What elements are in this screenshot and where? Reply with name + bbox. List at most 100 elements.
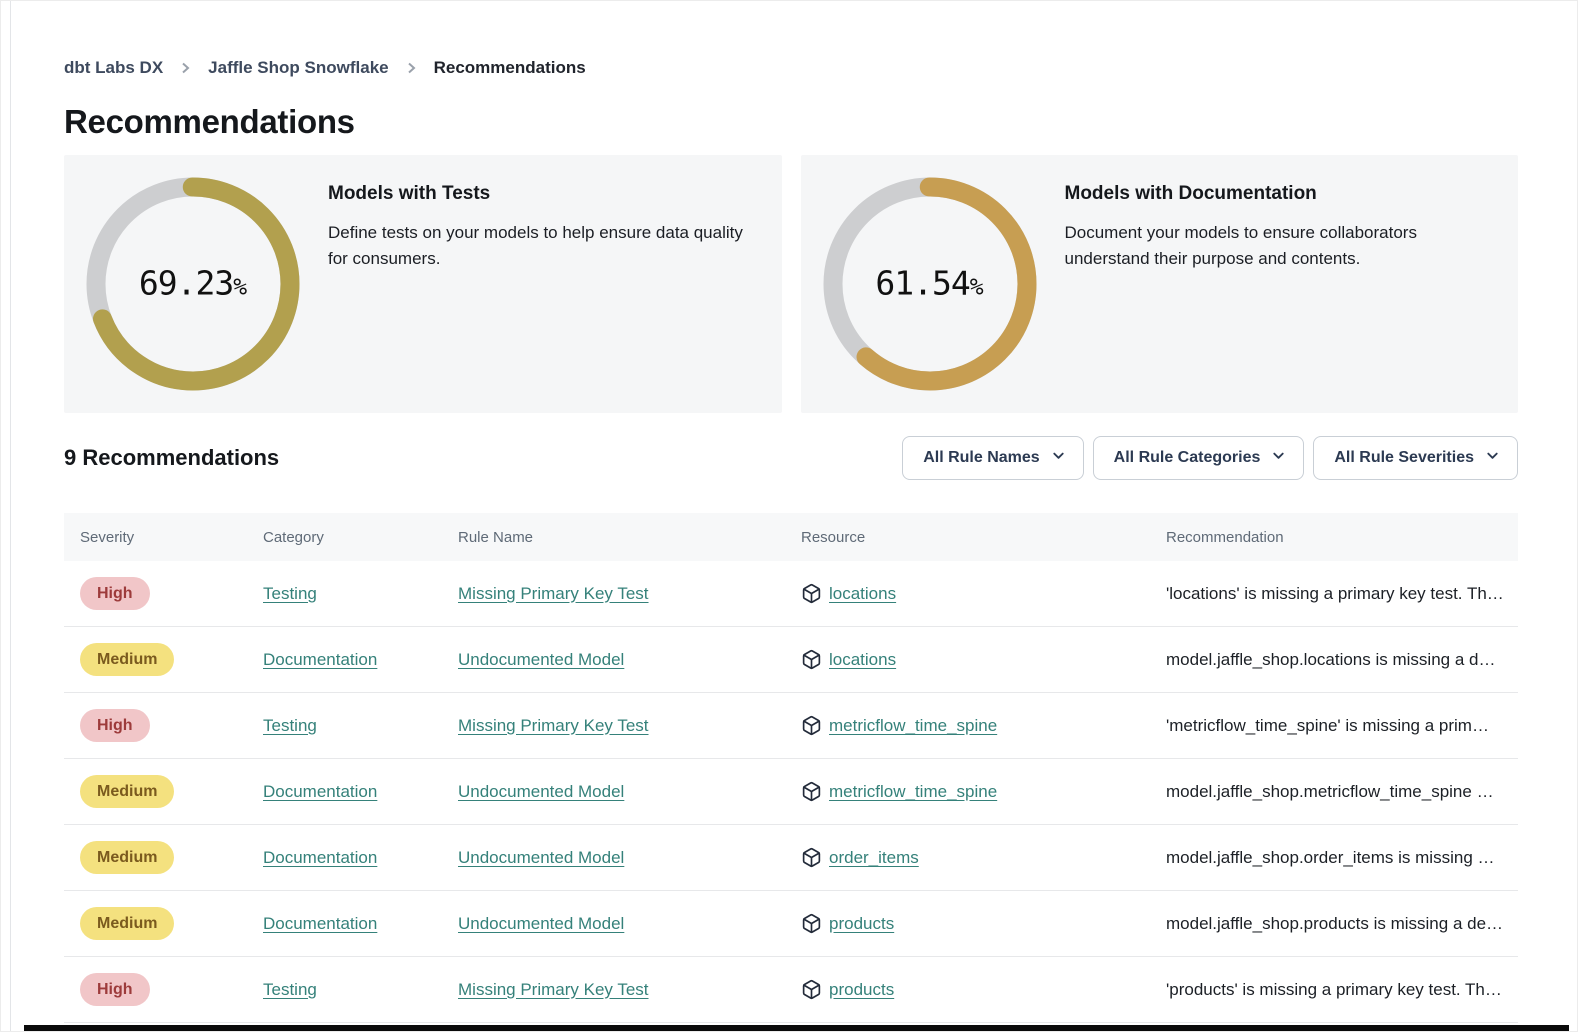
tests-donut-chart: 69.23% <box>64 155 322 413</box>
rule-name-link[interactable]: Missing Primary Key Test <box>458 980 649 999</box>
rule-name-link[interactable]: Missing Primary Key Test <box>458 716 649 735</box>
severity-cell: Medium <box>64 907 247 940</box>
resource-link[interactable]: order_items <box>829 848 919 868</box>
chevron-down-icon <box>1485 448 1500 468</box>
rule-name-cell: Missing Primary Key Test <box>442 980 785 1000</box>
severity-badge: High <box>80 709 150 742</box>
table-row: High Testing Missing Primary Key Test lo… <box>64 561 1518 627</box>
severity-cell: High <box>64 973 247 1006</box>
severity-badge: Medium <box>80 775 174 808</box>
table-row: Medium Documentation Undocumented Model … <box>64 627 1518 693</box>
card-description: Define tests on your models to help ensu… <box>328 220 756 272</box>
model-cube-icon <box>801 979 822 1000</box>
breadcrumb: dbt Labs DX Jaffle Shop Snowflake Recomm… <box>64 0 1518 78</box>
chevron-down-icon <box>1051 448 1066 468</box>
category-link[interactable]: Testing <box>263 716 317 735</box>
category-cell: Documentation <box>247 848 442 868</box>
left-window-divider <box>10 0 11 1032</box>
column-header-rule-name: Rule Name <box>442 529 785 546</box>
resource-cell: locations <box>785 583 1150 604</box>
resource-cell: metricflow_time_spine <box>785 781 1150 802</box>
recommendations-count: 9 Recommendations <box>64 445 279 471</box>
model-cube-icon <box>801 847 822 868</box>
recommendation-text: 'locations' is missing a primary key tes… <box>1150 584 1518 604</box>
rule-name-link[interactable]: Undocumented Model <box>458 782 624 801</box>
severity-badge: Medium <box>80 841 174 874</box>
metric-cards: 69.23% Models with Tests Define tests on… <box>64 155 1518 413</box>
rule-categories-filter-dropdown[interactable]: All Rule Categories <box>1093 436 1305 480</box>
severity-cell: Medium <box>64 643 247 676</box>
recommendations-table: Severity Category Rule Name Resource Rec… <box>64 513 1518 1023</box>
category-link[interactable]: Documentation <box>263 650 377 669</box>
resource-link[interactable]: metricflow_time_spine <box>829 716 997 736</box>
column-header-resource: Resource <box>785 529 1150 546</box>
chevron-right-icon <box>180 61 191 75</box>
recommendation-text: model.jaffle_shop.metricflow_time_spine … <box>1150 782 1518 802</box>
severity-cell: Medium <box>64 841 247 874</box>
model-cube-icon <box>801 583 822 604</box>
rule-names-filter-dropdown[interactable]: All Rule Names <box>902 436 1083 480</box>
resource-cell: products <box>785 913 1150 934</box>
rule-name-cell: Undocumented Model <box>442 782 785 802</box>
recommendation-text: model.jaffle_shop.locations is missing a… <box>1150 650 1518 670</box>
resource-link[interactable]: metricflow_time_spine <box>829 782 997 802</box>
column-header-category: Category <box>247 529 442 546</box>
column-header-severity: Severity <box>64 529 247 546</box>
table-row: Medium Documentation Undocumented Model … <box>64 891 1518 957</box>
rule-name-link[interactable]: Undocumented Model <box>458 848 624 867</box>
rule-name-cell: Undocumented Model <box>442 914 785 934</box>
recommendation-text: model.jaffle_shop.products is missing a … <box>1150 914 1518 934</box>
severity-cell: High <box>64 709 247 742</box>
breadcrumb-item-dbt-labs-dx[interactable]: dbt Labs DX <box>64 58 163 78</box>
category-cell: Documentation <box>247 914 442 934</box>
rule-name-link[interactable]: Missing Primary Key Test <box>458 584 649 603</box>
category-cell: Documentation <box>247 650 442 670</box>
category-link[interactable]: Documentation <box>263 848 377 867</box>
model-cube-icon <box>801 715 822 736</box>
category-link[interactable]: Testing <box>263 584 317 603</box>
table-row: Medium Documentation Undocumented Model … <box>64 759 1518 825</box>
card-description: Document your models to ensure collabora… <box>1065 220 1493 272</box>
breadcrumb-item-recommendations: Recommendations <box>434 58 586 78</box>
resource-cell: order_items <box>785 847 1150 868</box>
category-link[interactable]: Testing <box>263 980 317 999</box>
page-title: Recommendations <box>64 103 1518 141</box>
rule-name-link[interactable]: Undocumented Model <box>458 650 624 669</box>
table-row: High Testing Missing Primary Key Test pr… <box>64 957 1518 1023</box>
severity-badge: Medium <box>80 643 174 676</box>
severity-cell: High <box>64 577 247 610</box>
severity-cell: Medium <box>64 775 247 808</box>
model-cube-icon <box>801 649 822 670</box>
rule-severities-filter-dropdown[interactable]: All Rule Severities <box>1313 436 1518 480</box>
resource-cell: metricflow_time_spine <box>785 715 1150 736</box>
breadcrumb-item-jaffle-shop-snowflake[interactable]: Jaffle Shop Snowflake <box>208 58 388 78</box>
recommendation-text: 'products' is missing a primary key test… <box>1150 980 1518 1000</box>
category-link[interactable]: Documentation <box>263 782 377 801</box>
category-link[interactable]: Documentation <box>263 914 377 933</box>
recommendation-text: 'metricflow_time_spine' is missing a pri… <box>1150 716 1518 736</box>
rule-name-link[interactable]: Undocumented Model <box>458 914 624 933</box>
table-header-row: Severity Category Rule Name Resource Rec… <box>64 513 1518 561</box>
chevron-down-icon <box>1271 448 1286 468</box>
tests-percentage-label: 69.23% <box>64 264 322 303</box>
main-content: dbt Labs DX Jaffle Shop Snowflake Recomm… <box>0 0 1578 1023</box>
resource-link[interactable]: locations <box>829 584 896 604</box>
filter-bar: All Rule Names All Rule Categories All R… <box>902 436 1518 480</box>
resource-link[interactable]: locations <box>829 650 896 670</box>
column-header-recommendation: Recommendation <box>1150 529 1518 546</box>
docs-donut-chart: 61.54% <box>801 155 1059 413</box>
table-row: High Testing Missing Primary Key Test me… <box>64 693 1518 759</box>
resource-link[interactable]: products <box>829 914 894 934</box>
category-cell: Testing <box>247 980 442 1000</box>
severity-badge: High <box>80 973 150 1006</box>
models-with-tests-card: 69.23% Models with Tests Define tests on… <box>64 155 782 413</box>
severity-badge: High <box>80 577 150 610</box>
rule-name-cell: Undocumented Model <box>442 650 785 670</box>
rule-name-cell: Missing Primary Key Test <box>442 716 785 736</box>
model-cube-icon <box>801 913 822 934</box>
card-title: Models with Tests <box>328 182 756 206</box>
rule-name-cell: Undocumented Model <box>442 848 785 868</box>
resource-link[interactable]: products <box>829 980 894 1000</box>
category-cell: Testing <box>247 584 442 604</box>
resource-cell: products <box>785 979 1150 1000</box>
